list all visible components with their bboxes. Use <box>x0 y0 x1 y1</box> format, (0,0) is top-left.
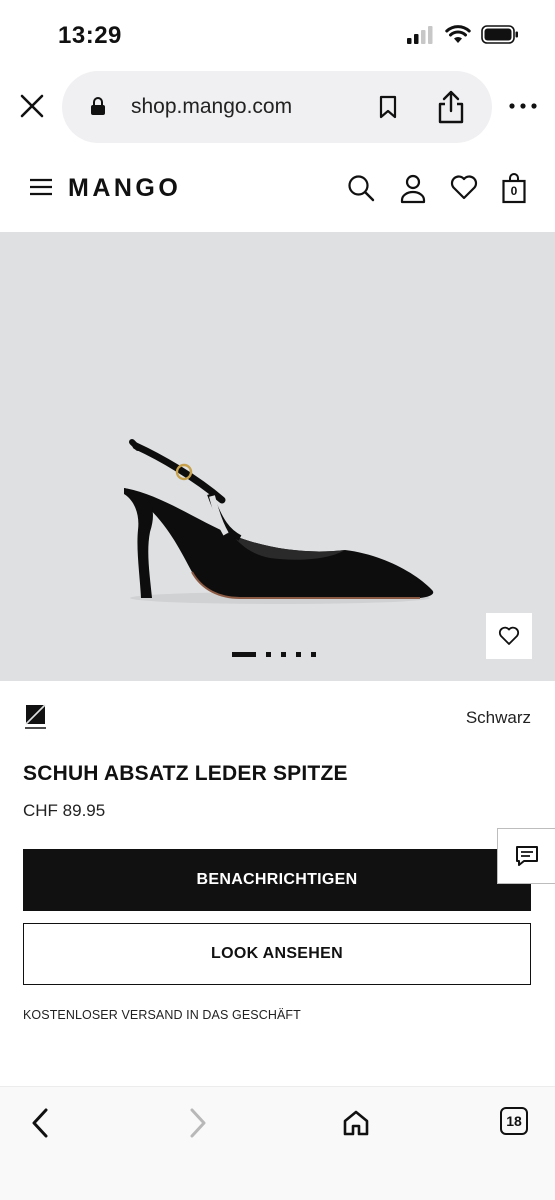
site-header: MANGO 0 <box>0 160 555 220</box>
bag-count: 0 <box>510 184 518 198</box>
tabs-button[interactable]: 18 <box>500 1107 528 1135</box>
home-icon <box>343 1110 369 1136</box>
close-icon <box>20 94 44 118</box>
search-icon[interactable] <box>347 174 375 202</box>
more-icon[interactable] <box>505 94 541 118</box>
product-shoe-illustration <box>124 439 434 604</box>
signal-icon <box>407 25 433 44</box>
battery-icon <box>481 25 518 44</box>
browser-bar: shop.mango.com <box>0 70 555 146</box>
chat-icon <box>516 846 538 866</box>
product-price: CHF 89.95 <box>23 801 106 820</box>
color-name: Schwarz <box>465 708 531 727</box>
bag-button[interactable]: 0 <box>502 172 526 204</box>
pagination-dot[interactable] <box>266 652 271 657</box>
tab-count: 18 <box>506 1113 522 1129</box>
pagination-dot[interactable] <box>296 652 301 657</box>
close-button[interactable] <box>16 90 48 122</box>
pagination-dot[interactable] <box>311 652 316 657</box>
status-bar: 13:29 <box>0 0 555 70</box>
image-pagination <box>232 652 316 657</box>
pagination-dot-active[interactable] <box>232 652 256 657</box>
color-swatch[interactable] <box>25 704 46 729</box>
notify-button[interactable]: BENACHRICHTIGEN <box>23 849 531 911</box>
menu-icon[interactable] <box>30 178 52 196</box>
product-title: SCHUH ABSATZ LEDER SPITZE <box>23 762 348 785</box>
shipping-note: KOSTENLOSER VERSAND IN DAS GESCHÄFT <box>23 1008 301 1022</box>
home-button[interactable] <box>336 1103 376 1143</box>
pagination-dot[interactable] <box>281 652 286 657</box>
chevron-left-icon <box>32 1108 48 1138</box>
chevron-right-icon <box>190 1108 206 1138</box>
brand-logo[interactable]: MANGO <box>68 174 181 203</box>
back-button[interactable] <box>20 1103 60 1143</box>
heart-icon[interactable] <box>450 174 478 200</box>
lock-icon <box>91 97 105 115</box>
product-image[interactable] <box>0 232 555 681</box>
share-icon[interactable] <box>436 89 466 125</box>
view-look-button[interactable]: LOOK ANSEHEN <box>23 923 531 985</box>
chat-button[interactable] <box>497 828 555 884</box>
user-icon[interactable] <box>400 174 426 204</box>
status-time: 13:29 <box>58 22 122 49</box>
address-bar[interactable]: shop.mango.com <box>62 71 492 143</box>
bookmark-icon[interactable] <box>378 95 398 119</box>
status-icons <box>407 25 519 44</box>
forward-button[interactable] <box>178 1103 218 1143</box>
heart-icon <box>498 626 520 645</box>
add-to-wishlist-button[interactable] <box>486 613 532 659</box>
url-text: shop.mango.com <box>131 95 293 118</box>
browser-toolbar: 18 <box>0 1086 555 1200</box>
wifi-icon <box>445 25 471 43</box>
